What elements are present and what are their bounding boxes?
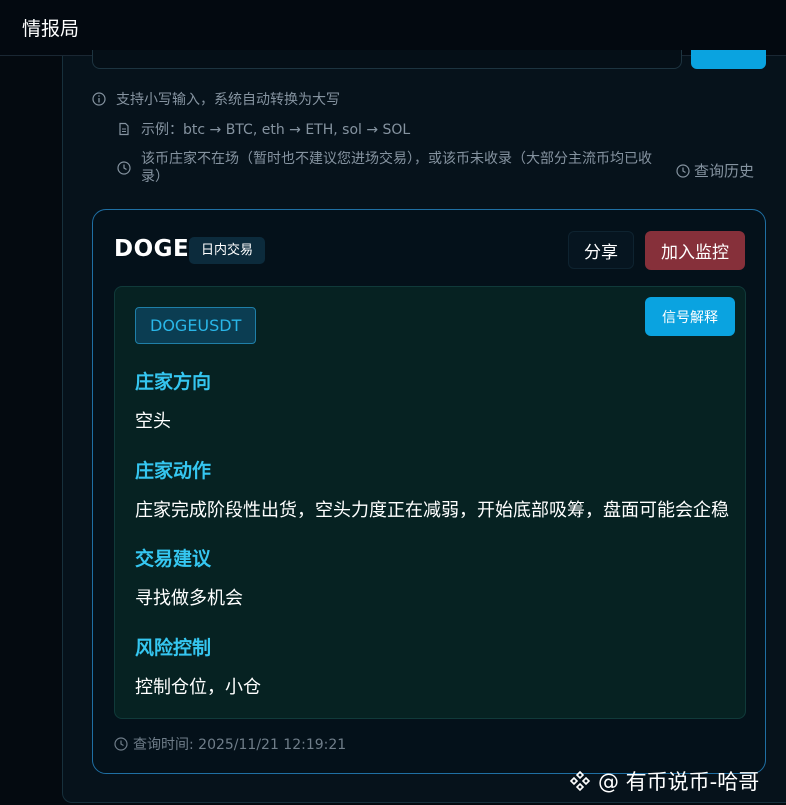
query-time-text: 查询时间: 2025/11/21 12:19:21 (133, 737, 347, 753)
info-icon (92, 92, 106, 106)
signal-explain-button[interactable]: 信号解释 (645, 297, 735, 336)
hint-absent-text: 该币庄家不在场（暂时也不建议您进场交易），或该币未收录（大部分主流币均已收录） (141, 151, 652, 185)
hint-absent: 该币庄家不在场（暂时也不建议您进场交易），或该币未收录（大部分主流币均已收录） (117, 150, 669, 186)
history-icon (676, 163, 690, 178)
symbol-input[interactable] (92, 50, 682, 69)
section-text-action: 庄家完成阶段性出货，空头力度正在减弱，开始底部吸筹，盘面可能会企稳 (135, 500, 729, 521)
clock-icon (117, 161, 131, 175)
top-bar: 情报局 (0, 0, 786, 56)
trade-type-badge: 日内交易 (189, 237, 266, 264)
watermark: @ 有币说币-哈哥 (568, 766, 759, 796)
pair-tag: DOGEUSDT (135, 307, 257, 344)
signal-panel: DOGEUSDT 信号解释 庄家方向 空头 庄家动作 庄家完成阶段性出货，空头力… (114, 286, 746, 719)
hint-example-text: 示例：btc → BTC, eth → ETH, sol → SOL (141, 122, 411, 138)
add-monitor-button[interactable]: 加入监控 (645, 231, 745, 270)
hint-lowercase: 支持小写输入，系统自动转换为大写 (92, 89, 340, 109)
section-text-advice: 寻找做多机会 (135, 588, 243, 609)
section-title-action: 庄家动作 (135, 460, 212, 482)
hint-lowercase-text: 支持小写输入，系统自动转换为大写 (116, 92, 340, 108)
app-title: 情报局 (22, 18, 80, 40)
coin-symbol: DOGE (114, 236, 190, 262)
section-title-risk: 风险控制 (135, 637, 212, 659)
section-title-advice: 交易建议 (135, 548, 212, 570)
query-history-label: 查询历史 (694, 162, 755, 180)
query-history-link[interactable]: 查询历史 (676, 160, 754, 181)
binance-logo-icon (569, 770, 591, 792)
hint-example: 示例：btc → BTC, eth → ETH, sol → SOL (117, 119, 410, 139)
document-icon (119, 122, 129, 136)
result-card: DOGE 日内交易 分享 加入监控 DOGEUSDT 信号解释 庄家方向 空头 … (92, 209, 766, 774)
query-time: 查询时间: 2025/11/21 12:19:21 (114, 734, 346, 754)
section-title-direction: 庄家方向 (135, 371, 212, 393)
clock-icon (114, 737, 128, 751)
watermark-text: @ 有币说币-哈哥 (598, 770, 760, 794)
section-text-risk: 控制仓位，小仓 (135, 677, 261, 698)
share-button[interactable]: 分享 (568, 231, 634, 269)
query-button[interactable] (691, 50, 766, 69)
section-text-direction: 空头 (135, 411, 171, 432)
